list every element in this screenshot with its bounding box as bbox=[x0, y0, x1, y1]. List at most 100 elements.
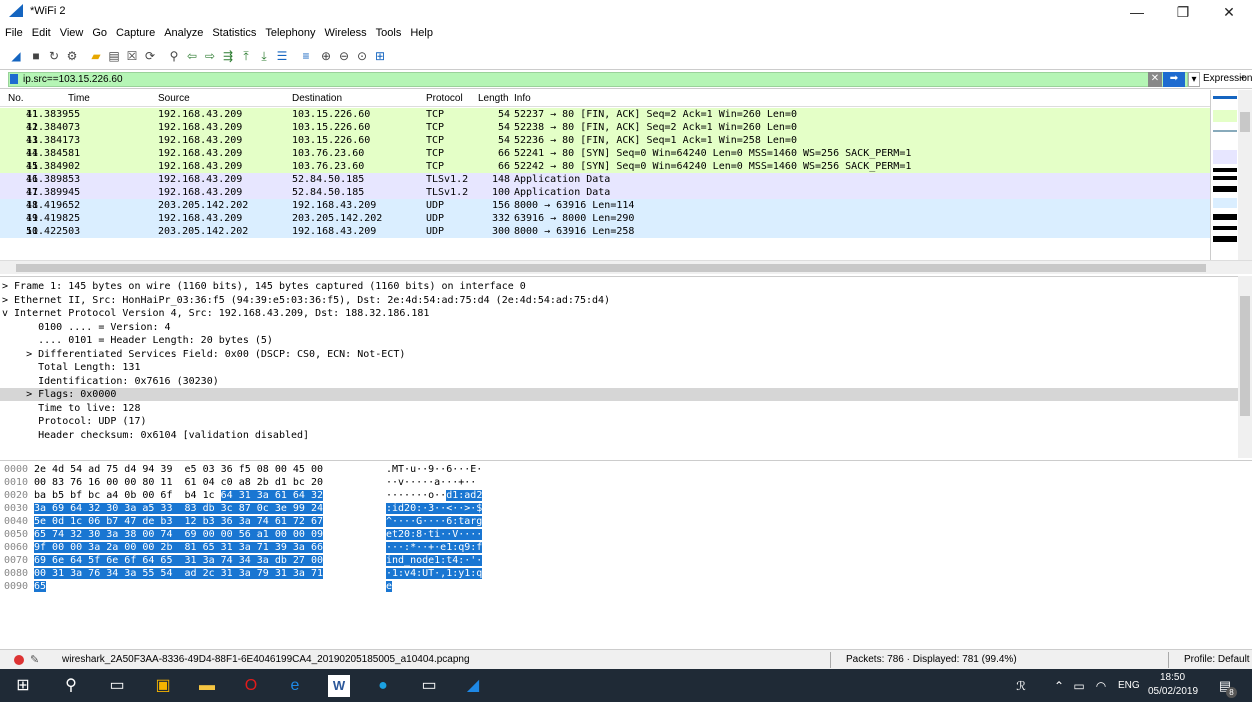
display-filter-input[interactable]: ip.src==103.15.226.60 bbox=[8, 72, 1188, 87]
bookmark-icon[interactable] bbox=[10, 74, 18, 84]
back-icon[interactable]: ⇦ bbox=[184, 48, 200, 64]
edit-comment-icon[interactable]: ✎ bbox=[30, 653, 39, 666]
word-icon[interactable]: W bbox=[328, 675, 350, 697]
file-explorer-icon[interactable]: ▬ bbox=[196, 675, 218, 697]
packet-row[interactable]: 41 11.383955 192.168.43.209 103.15.226.60 TC… bbox=[0, 108, 1210, 121]
close-file-icon[interactable]: ☒ bbox=[124, 48, 140, 64]
packet-row[interactable]: 48 11.419652 203.205.142.202 192.168.43.209… bbox=[0, 199, 1210, 212]
opera-icon[interactable]: O bbox=[240, 675, 262, 697]
byte-ascii[interactable]: ···:*··+·e1:q9:f bbox=[386, 542, 483, 554]
byte-hex[interactable]: 65 bbox=[34, 581, 47, 593]
packet-minimap[interactable] bbox=[1210, 90, 1238, 260]
packet-row[interactable]: 49 11.419825 192.168.43.209 203.205.142.202… bbox=[0, 212, 1210, 225]
open-file-icon[interactable]: ▰ bbox=[88, 48, 104, 64]
battery-icon[interactable]: ▭ bbox=[1068, 675, 1090, 697]
column-protocol[interactable]: Protocol bbox=[426, 93, 463, 104]
terminal-icon[interactable]: ▭ bbox=[418, 675, 440, 697]
add-filter-button[interactable]: + bbox=[1240, 72, 1246, 87]
detail-tree-item[interactable]: 0100 .... = Version: 4 bbox=[0, 321, 1238, 334]
shark-fin-icon[interactable]: ◢ bbox=[8, 48, 24, 64]
colorize-icon[interactable]: ≡ bbox=[298, 48, 314, 64]
reload-icon[interactable]: ⟳ bbox=[142, 48, 158, 64]
forward-icon[interactable]: ⇨ bbox=[202, 48, 218, 64]
packet-row[interactable]: 45 11.384902 192.168.43.209 103.76.23.60 TCP… bbox=[0, 160, 1210, 173]
autoscroll-icon[interactable]: ☰ bbox=[274, 48, 290, 64]
minimize-button[interactable]: — bbox=[1114, 2, 1160, 22]
windows-start-icon[interactable]: ⊞ bbox=[12, 675, 34, 697]
detail-tree-item[interactable]: Header checksum: 0x6104 [validation disa… bbox=[0, 429, 1238, 442]
zoom-in-icon[interactable]: ⊕ bbox=[318, 48, 334, 64]
byte-hex[interactable]: 3a 69 64 32 30 3a a5 33 83 db 3c 87 0c 3… bbox=[34, 503, 323, 515]
restart-icon[interactable]: ↻ bbox=[46, 48, 62, 64]
first-icon[interactable]: ⤒ bbox=[238, 48, 254, 64]
menu-telephony[interactable]: Telephony bbox=[260, 24, 319, 39]
zoom-reset-icon[interactable]: ⊙ bbox=[354, 48, 370, 64]
clear-filter-icon[interactable]: ✕ bbox=[1148, 72, 1162, 87]
byte-ascii[interactable]: .MT·u··9··6···E· bbox=[386, 464, 482, 476]
task-view-icon[interactable]: ▭ bbox=[106, 675, 128, 697]
column-time[interactable]: Time bbox=[68, 93, 90, 104]
search-icon[interactable]: ⚲ bbox=[60, 675, 82, 697]
detail-tree-item[interactable]: Total Length: 131 bbox=[0, 361, 1238, 374]
capture-status-icon[interactable] bbox=[14, 655, 24, 665]
packet-row[interactable]: 46 11.389853 192.168.43.209 52.84.50.185 TLS… bbox=[0, 173, 1210, 186]
byte-ascii[interactable]: ind_node1:t4:·'· bbox=[386, 555, 483, 567]
wireshark-taskbar-icon[interactable]: ◢ bbox=[462, 675, 484, 697]
packet-row[interactable]: 47 11.389945 192.168.43.209 52.84.50.185 TLS… bbox=[0, 186, 1210, 199]
byte-hex[interactable]: 65 74 32 30 3a 38 00 74 69 00 00 56 a1 0… bbox=[34, 529, 323, 541]
detail-tree-item[interactable]: > Differentiated Services Field: 0x00 (D… bbox=[0, 348, 1238, 361]
chrome-icon[interactable]: ● bbox=[372, 675, 394, 697]
goto-icon[interactable]: ⇶ bbox=[220, 48, 236, 64]
column-destination[interactable]: Destination bbox=[292, 93, 342, 104]
wifi-icon[interactable]: ◠ bbox=[1090, 675, 1112, 697]
save-file-icon[interactable]: ▤ bbox=[106, 48, 122, 64]
detail-tree-item[interactable]: Time to live: 128 bbox=[0, 402, 1238, 415]
menu-analyze[interactable]: Analyze bbox=[159, 24, 207, 39]
packet-row[interactable]: 43 11.384173 192.168.43.209 103.15.226.60 TC… bbox=[0, 134, 1210, 147]
byte-hex[interactable]: 00 83 76 16 00 00 80 11 61 04 c0 a8 2b d… bbox=[34, 477, 323, 489]
byte-hex[interactable]: 69 6e 64 5f 6e 6f 64 65 31 3a 74 34 3a d… bbox=[34, 555, 323, 567]
last-icon[interactable]: ⤓ bbox=[256, 48, 272, 64]
clock-time[interactable]: 18:50 bbox=[1160, 672, 1185, 683]
profile-label[interactable]: Profile: Default bbox=[1184, 654, 1250, 665]
byte-hex[interactable]: ba b5 bf bc a4 0b 00 6f b4 1c 64 31 3a 6… bbox=[34, 490, 323, 502]
people-icon[interactable]: ℛ bbox=[1010, 675, 1032, 697]
menu-edit[interactable]: Edit bbox=[27, 24, 55, 39]
maximize-button[interactable]: ❐ bbox=[1160, 2, 1206, 22]
column-source[interactable]: Source bbox=[158, 93, 190, 104]
byte-hex[interactable]: 2e 4d 54 ad 75 d4 94 39 e5 03 36 f5 08 0… bbox=[34, 464, 323, 476]
resize-columns-icon[interactable]: ⊞ bbox=[372, 48, 388, 64]
menu-go[interactable]: Go bbox=[87, 24, 111, 39]
chevron-down-icon[interactable]: ▾ bbox=[1188, 72, 1200, 87]
packet-row[interactable]: 50 11.422503 203.205.142.202 192.168.43.209… bbox=[0, 225, 1210, 238]
menu-wireless[interactable]: Wireless bbox=[320, 24, 371, 39]
packet-row[interactable]: 42 11.384073 192.168.43.209 103.15.226.60 TC… bbox=[0, 121, 1210, 134]
detail-tree-item[interactable]: > Flags: 0x0000 bbox=[0, 388, 1238, 401]
detail-tree-item[interactable]: > Frame 1: 145 bytes on wire (1160 bits)… bbox=[0, 280, 1238, 293]
packet-list-hscrollbar[interactable] bbox=[0, 260, 1252, 274]
byte-ascii[interactable]: et20:8·ti··V···· bbox=[386, 529, 483, 541]
column-info[interactable]: Info bbox=[514, 93, 531, 104]
byte-ascii[interactable]: ··v·····a···+·· bbox=[386, 477, 482, 489]
byte-ascii[interactable]: :id20:·3··<··>·$ bbox=[386, 503, 483, 515]
byte-ascii[interactable]: ·1:v4:UT·,1:y1:q bbox=[386, 568, 483, 580]
edge-icon[interactable]: e bbox=[284, 675, 306, 697]
column-length[interactable]: Length bbox=[478, 93, 509, 104]
language-indicator[interactable]: ENG bbox=[1118, 680, 1140, 691]
byte-ascii[interactable]: ^····G····6:targ bbox=[386, 516, 483, 528]
menu-tools[interactable]: Tools bbox=[371, 24, 406, 39]
byte-hex[interactable]: 00 31 3a 76 34 3a 55 54 ad 2c 31 3a 79 3… bbox=[34, 568, 323, 580]
stop-icon[interactable]: ■ bbox=[28, 48, 44, 64]
detail-tree-item[interactable]: .... 0101 = Header Length: 20 bytes (5) bbox=[0, 334, 1238, 347]
menu-capture[interactable]: Capture bbox=[111, 24, 159, 39]
byte-hex[interactable]: 5e 0d 1c 06 b7 47 de b3 12 b3 36 3a 74 6… bbox=[34, 516, 323, 528]
byte-ascii[interactable]: e bbox=[386, 581, 393, 593]
close-button[interactable]: ✕ bbox=[1206, 2, 1252, 22]
menu-statistics[interactable]: Statistics bbox=[207, 24, 260, 39]
menu-view[interactable]: View bbox=[55, 24, 88, 39]
apply-filter-icon[interactable]: ➡ bbox=[1163, 72, 1185, 87]
column-no[interactable]: No. bbox=[8, 93, 24, 104]
find-icon[interactable]: ⚲ bbox=[166, 48, 182, 64]
packet-row[interactable]: 44 11.384581 192.168.43.209 103.76.23.60 TCP… bbox=[0, 147, 1210, 160]
options-icon[interactable]: ⚙ bbox=[64, 48, 80, 64]
